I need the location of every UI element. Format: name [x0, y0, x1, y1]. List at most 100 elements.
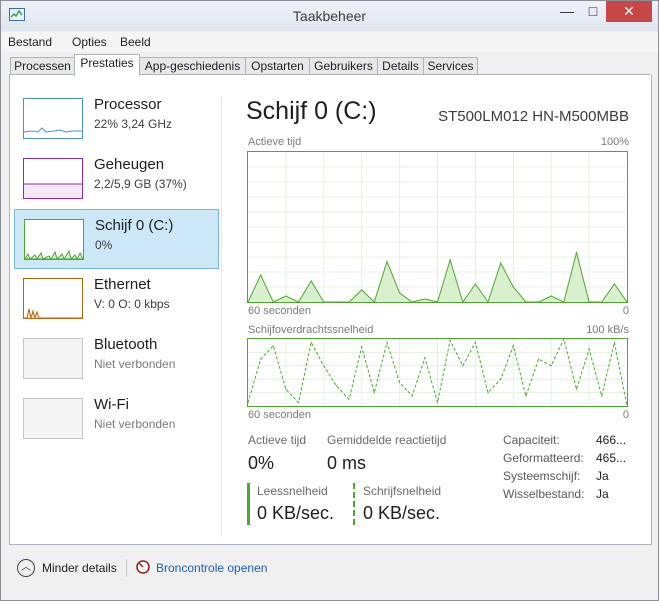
- tab-details[interactable]: Details: [377, 57, 424, 75]
- prop-system-disk-value: Ja: [596, 469, 609, 483]
- data-point: [500, 262, 502, 264]
- data-point: [310, 341, 312, 343]
- footer: ︿ Minder details Broncontrole openen: [1, 545, 658, 600]
- data-point: [424, 357, 426, 359]
- device-name: ST500LM012 HN-M500MBB: [438, 108, 629, 125]
- data-point: [588, 348, 590, 350]
- data-point: [260, 274, 262, 276]
- menu-bestand[interactable]: Bestand: [8, 35, 52, 49]
- data-point: [474, 341, 476, 343]
- data-point: [487, 392, 489, 394]
- performance-panel: Processor 22% 3,24 GHz Geheugen 2,2/5,9 …: [9, 75, 652, 545]
- chart1-span: 60 seconden: [248, 305, 311, 317]
- prop-formatted-key: Geformatteerd:: [503, 451, 584, 465]
- sidebar-item-memory[interactable]: Geheugen 2,2/5,9 GB (37%): [14, 149, 217, 207]
- title-bar[interactable]: Taakbeheer — □ ✕: [1, 1, 658, 31]
- chevron-up-icon[interactable]: ︿: [17, 559, 35, 577]
- data-point: [285, 295, 287, 297]
- data-point: [613, 341, 615, 343]
- write-speed-label: Schrijfsnelheid: [363, 484, 442, 498]
- tab-processen[interactable]: Processen: [10, 57, 75, 75]
- data-point: [361, 289, 363, 291]
- prop-system-disk-key: Systeemschijf:: [503, 469, 581, 483]
- sidebar-title: Processor: [94, 96, 162, 113]
- prop-formatted-value: 465...: [596, 451, 627, 465]
- task-manager-window: Taakbeheer — □ ✕ Bestand Opties Beeld Pr…: [0, 0, 659, 601]
- disk-thumbnail: [24, 219, 84, 260]
- active-time-label: Actieve tijd: [248, 433, 307, 447]
- transfer-rate-chart: [247, 337, 628, 407]
- maximize-button[interactable]: □: [580, 1, 606, 22]
- data-point: [575, 388, 578, 390]
- response-time-value: 0 ms: [327, 453, 367, 473]
- transfer-rate-svg: [247, 337, 628, 407]
- data-point: [386, 341, 388, 343]
- prop-pagefile-key: Wisselbestand:: [503, 487, 585, 501]
- write-speed-value: 0 KB/sec.: [363, 503, 441, 523]
- data-point: [399, 292, 401, 294]
- open-resource-monitor-link[interactable]: Broncontrole openen: [156, 561, 267, 575]
- data-point: [462, 365, 464, 367]
- page-title: Schijf 0 (C:): [246, 97, 377, 125]
- tab-bar: Processen Prestaties App-geschiedenis Op…: [1, 52, 658, 76]
- data-point: [323, 365, 325, 367]
- data-point: [297, 402, 300, 404]
- menu-bar: Bestand Opties Beeld: [1, 32, 658, 52]
- sidebar-item-ethernet[interactable]: Ethernet V: 0 O: 0 kbps: [14, 269, 217, 327]
- fewer-details-button[interactable]: Minder details: [42, 561, 117, 575]
- data-point: [449, 259, 451, 261]
- chart2-label: Schijfoverdrachtssnelheid: [248, 324, 374, 336]
- data-point: [272, 345, 274, 347]
- data-point: [626, 405, 628, 407]
- prop-capacity-value: 466...: [596, 433, 627, 447]
- sidebar-divider: [221, 97, 222, 537]
- memory-thumbnail: [23, 158, 83, 199]
- tab-prestaties[interactable]: Prestaties: [74, 54, 140, 76]
- tab-opstarten[interactable]: Opstarten: [245, 57, 310, 75]
- tab-gebruikers[interactable]: Gebruikers: [309, 57, 378, 75]
- data-point: [285, 388, 287, 390]
- data-point: [335, 385, 338, 387]
- sidebar-item-disk[interactable]: Schijf 0 (C:) 0%: [14, 209, 219, 269]
- sidebar-item-wifi[interactable]: Wi-Fi Niet verbonden: [14, 389, 217, 447]
- close-button[interactable]: ✕: [606, 1, 652, 22]
- data-point: [512, 286, 514, 288]
- active-time-value: 0%: [248, 453, 275, 473]
- data-point: [373, 392, 375, 394]
- data-point: [512, 345, 514, 347]
- data-point: [411, 395, 413, 397]
- sidebar-subtitle: Niet verbonden: [94, 417, 176, 431]
- prop-capacity-key: Capaciteit:: [503, 433, 560, 447]
- sidebar-title: Bluetooth: [94, 336, 158, 353]
- data-point: [537, 358, 540, 360]
- resource-monitor-icon[interactable]: [136, 560, 150, 574]
- data-point: [310, 280, 312, 282]
- sidebar-item-processor[interactable]: Processor 22% 3,24 GHz: [14, 89, 217, 147]
- tab-services[interactable]: Services: [423, 57, 478, 75]
- prop-pagefile-value: Ja: [596, 487, 609, 501]
- tab-app-geschiedenis[interactable]: App-geschiedenis: [139, 57, 246, 75]
- chart2-span: 60 seconden: [248, 409, 311, 421]
- write-speed-marker: [353, 483, 355, 525]
- minimize-button[interactable]: —: [554, 1, 580, 22]
- sidebar-subtitle: Niet verbonden: [94, 357, 176, 371]
- data-point: [550, 295, 552, 297]
- menu-beeld[interactable]: Beeld: [120, 35, 151, 49]
- data-point: [613, 283, 615, 285]
- data-point: [260, 358, 262, 360]
- chart1-label: Actieve tijd: [248, 136, 302, 148]
- menu-opties[interactable]: Opties: [72, 35, 107, 49]
- sidebar-title: Wi-Fi: [94, 396, 129, 413]
- sidebar-item-bluetooth[interactable]: Bluetooth Niet verbonden: [14, 329, 217, 387]
- sidebar-subtitle: 0%: [95, 238, 113, 252]
- processor-thumbnail: [23, 98, 83, 139]
- data-point: [348, 398, 350, 400]
- ethernet-thumbnail: [23, 278, 83, 319]
- sidebar-title: Ethernet: [94, 276, 151, 293]
- chart2-max: 100 kB/s: [586, 324, 629, 336]
- footer-divider: [126, 559, 127, 577]
- data-point: [424, 298, 426, 300]
- data-point: [361, 346, 363, 348]
- active-time-svg: [247, 152, 628, 304]
- data-point: [386, 260, 388, 263]
